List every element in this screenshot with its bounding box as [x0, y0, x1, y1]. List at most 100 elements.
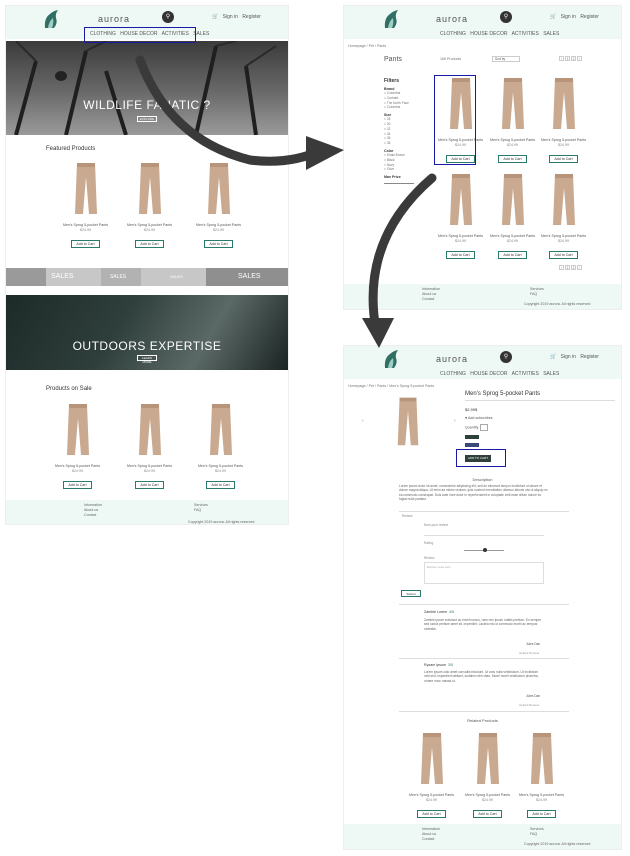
- size-option[interactable]: □ 38: [384, 141, 434, 146]
- product-card[interactable]: Men's Sprog 5-pocket Pants $24.99 Add to…: [191, 161, 246, 250]
- page-next[interactable]: ›: [577, 265, 582, 270]
- helpful-link[interactable]: Helpful Review: [519, 651, 539, 655]
- brand-option[interactable]: □ Columbia: [384, 105, 434, 110]
- product-card[interactable]: Men's Sprog 5-pocket Pants $24.99 Add to…: [122, 161, 177, 250]
- footer-contact-link[interactable]: Contact: [422, 297, 440, 302]
- pants-image[interactable]: [549, 76, 579, 131]
- page-prev[interactable]: ‹: [559, 265, 564, 270]
- prev-image-arrow[interactable]: ‹: [362, 418, 364, 424]
- footer-contact-link[interactable]: Contact: [422, 837, 440, 842]
- breadcrumb[interactable]: Homepage / Pet / Pants: [348, 44, 386, 48]
- add-to-cart-button[interactable]: Add to Cart: [206, 481, 235, 489]
- product-card[interactable]: Men's Sprog 5-pocket Pants $24.99 Add to…: [433, 172, 488, 261]
- cart-icon[interactable]: 🛒: [550, 354, 556, 360]
- product-card[interactable]: Men's Sprog 5-pocket Pants $24.99 Add to…: [536, 76, 591, 165]
- add-to-cart-button[interactable]: Add to Cart: [71, 240, 100, 248]
- review-textarea[interactable]: Ecrivez votre avis: [424, 562, 544, 584]
- pants-image[interactable]: [498, 76, 528, 131]
- page-2[interactable]: 2: [571, 56, 576, 61]
- page-1[interactable]: 1: [565, 56, 570, 61]
- add-to-cart-button[interactable]: Add to Cart: [446, 251, 475, 259]
- nav-house-decor[interactable]: HOUSE DECOR: [470, 31, 507, 37]
- review-name-input[interactable]: [424, 530, 544, 536]
- footer-faq-link[interactable]: FAQ: [530, 832, 544, 837]
- product-card[interactable]: Men's Sprog 5-pocket Pants $24.99 Add to…: [193, 402, 248, 491]
- add-to-cart-button[interactable]: Add to Cart: [498, 155, 527, 163]
- sales-banner[interactable]: SALES SALES SALES SALES: [6, 268, 288, 286]
- footer-faq-link[interactable]: FAQ: [194, 508, 208, 513]
- related-product-card[interactable]: Men's Sprog 5-pocket Pants $24.99 Add to…: [404, 731, 459, 820]
- logo-icon[interactable]: [382, 8, 402, 30]
- related-product-card[interactable]: Men's Sprog 5-pocket Pants $24.99 Add to…: [514, 731, 569, 820]
- logo-icon[interactable]: [382, 348, 402, 370]
- nav-sales[interactable]: SALES: [543, 371, 559, 377]
- logo-icon[interactable]: [42, 8, 62, 30]
- register-link[interactable]: Register: [242, 14, 261, 20]
- brand-name[interactable]: aurora: [436, 354, 468, 364]
- page-next[interactable]: ›: [577, 56, 582, 61]
- pants-image[interactable]: [473, 731, 503, 786]
- signin-link[interactable]: Sign in: [561, 14, 576, 20]
- product-card[interactable]: Men's Sprog 5-pocket Pants $24.99 Add to…: [485, 76, 540, 165]
- cart-icon[interactable]: 🛒: [212, 14, 218, 20]
- hero-button[interactable]: EXPLORE: [137, 116, 157, 122]
- submit-review-button[interactable]: Submit: [401, 590, 421, 597]
- add-to-cart-button[interactable]: Add to Cart: [135, 481, 164, 489]
- add-to-cart-button[interactable]: Add to Cart: [549, 155, 578, 163]
- signin-link[interactable]: Sign in: [561, 354, 576, 360]
- brand-name[interactable]: aurora: [98, 14, 130, 24]
- brand-name[interactable]: aurora: [436, 14, 468, 24]
- page-prev[interactable]: ‹: [559, 56, 564, 61]
- nav-sales[interactable]: SALES: [543, 31, 559, 37]
- product-card[interactable]: Men's Sprog 5-pocket Pants $24.99 Add to…: [122, 402, 177, 491]
- quantity-stepper[interactable]: Quantity: [465, 424, 489, 431]
- pants-image[interactable]: [135, 402, 165, 457]
- breadcrumb[interactable]: Homepage / Pet / Pants / Men's Sprog 5-p…: [348, 384, 434, 388]
- option-swatch[interactable]: [465, 443, 479, 447]
- pants-image[interactable]: [549, 172, 579, 227]
- rating-slider-handle[interactable]: [483, 548, 487, 552]
- register-link[interactable]: Register: [580, 354, 599, 360]
- pants-image[interactable]: [63, 402, 93, 457]
- pants-image[interactable]: [527, 731, 557, 786]
- register-link[interactable]: Register: [580, 14, 599, 20]
- page-2[interactable]: 2: [571, 265, 576, 270]
- nav-clothing[interactable]: CLOTHING: [440, 31, 466, 37]
- search-button[interactable]: ⚲: [500, 351, 512, 363]
- search-button[interactable]: ⚲: [162, 11, 174, 23]
- signin-link[interactable]: Sign in: [223, 14, 238, 20]
- pants-image[interactable]: [498, 172, 528, 227]
- helpful-link[interactable]: Helpful Review: [519, 703, 539, 707]
- nav-activities[interactable]: ACTIVITIES: [512, 371, 539, 377]
- add-to-cart-button[interactable]: Add to Cart: [473, 810, 502, 818]
- nav-clothing[interactable]: CLOTHING: [440, 371, 466, 377]
- add-to-cart-button[interactable]: Add to Cart: [417, 810, 446, 818]
- cart-icon[interactable]: 🛒: [550, 14, 556, 20]
- next-image-arrow[interactable]: ›: [454, 418, 456, 424]
- search-button[interactable]: ⚲: [500, 11, 512, 23]
- add-to-cart-button[interactable]: Add to Cart: [204, 240, 233, 248]
- color-option[interactable]: □ Olive: [384, 167, 434, 172]
- pants-image[interactable]: [206, 402, 236, 457]
- add-to-cart-button[interactable]: Add to Cart: [549, 251, 578, 259]
- product-card[interactable]: Men's Sprog 5-pocket Pants $24.99 Add to…: [536, 172, 591, 261]
- add-to-cart-button[interactable]: Add to Cart: [527, 810, 556, 818]
- product-card[interactable]: Men's Sprog 5-pocket Pants $24.99 Add to…: [485, 172, 540, 261]
- add-to-cart-button[interactable]: Add to Cart: [135, 240, 164, 248]
- add-to-cart-button[interactable]: Add to Cart: [498, 251, 527, 259]
- product-card[interactable]: Men's Sprog 5-pocket Pants $24.99 Add to…: [58, 161, 113, 250]
- pants-image[interactable]: [417, 731, 447, 786]
- option-swatch[interactable]: [465, 435, 479, 439]
- page-1[interactable]: 1: [565, 265, 570, 270]
- pants-image[interactable]: [446, 172, 476, 227]
- product-main-image[interactable]: [394, 394, 422, 449]
- related-product-card[interactable]: Men's Sprog 5-pocket Pants $24.99 Add to…: [460, 731, 515, 820]
- price-slider[interactable]: [384, 183, 414, 185]
- sort-select[interactable]: Sort by: [492, 56, 520, 62]
- pants-image[interactable]: [71, 161, 101, 216]
- footer-faq-link[interactable]: FAQ: [530, 292, 544, 297]
- nav-activities[interactable]: ACTIVITIES: [512, 31, 539, 37]
- pants-image[interactable]: [204, 161, 234, 216]
- nav-house-decor[interactable]: HOUSE DECOR: [470, 371, 507, 377]
- footer-contact-link[interactable]: Contact: [84, 513, 102, 518]
